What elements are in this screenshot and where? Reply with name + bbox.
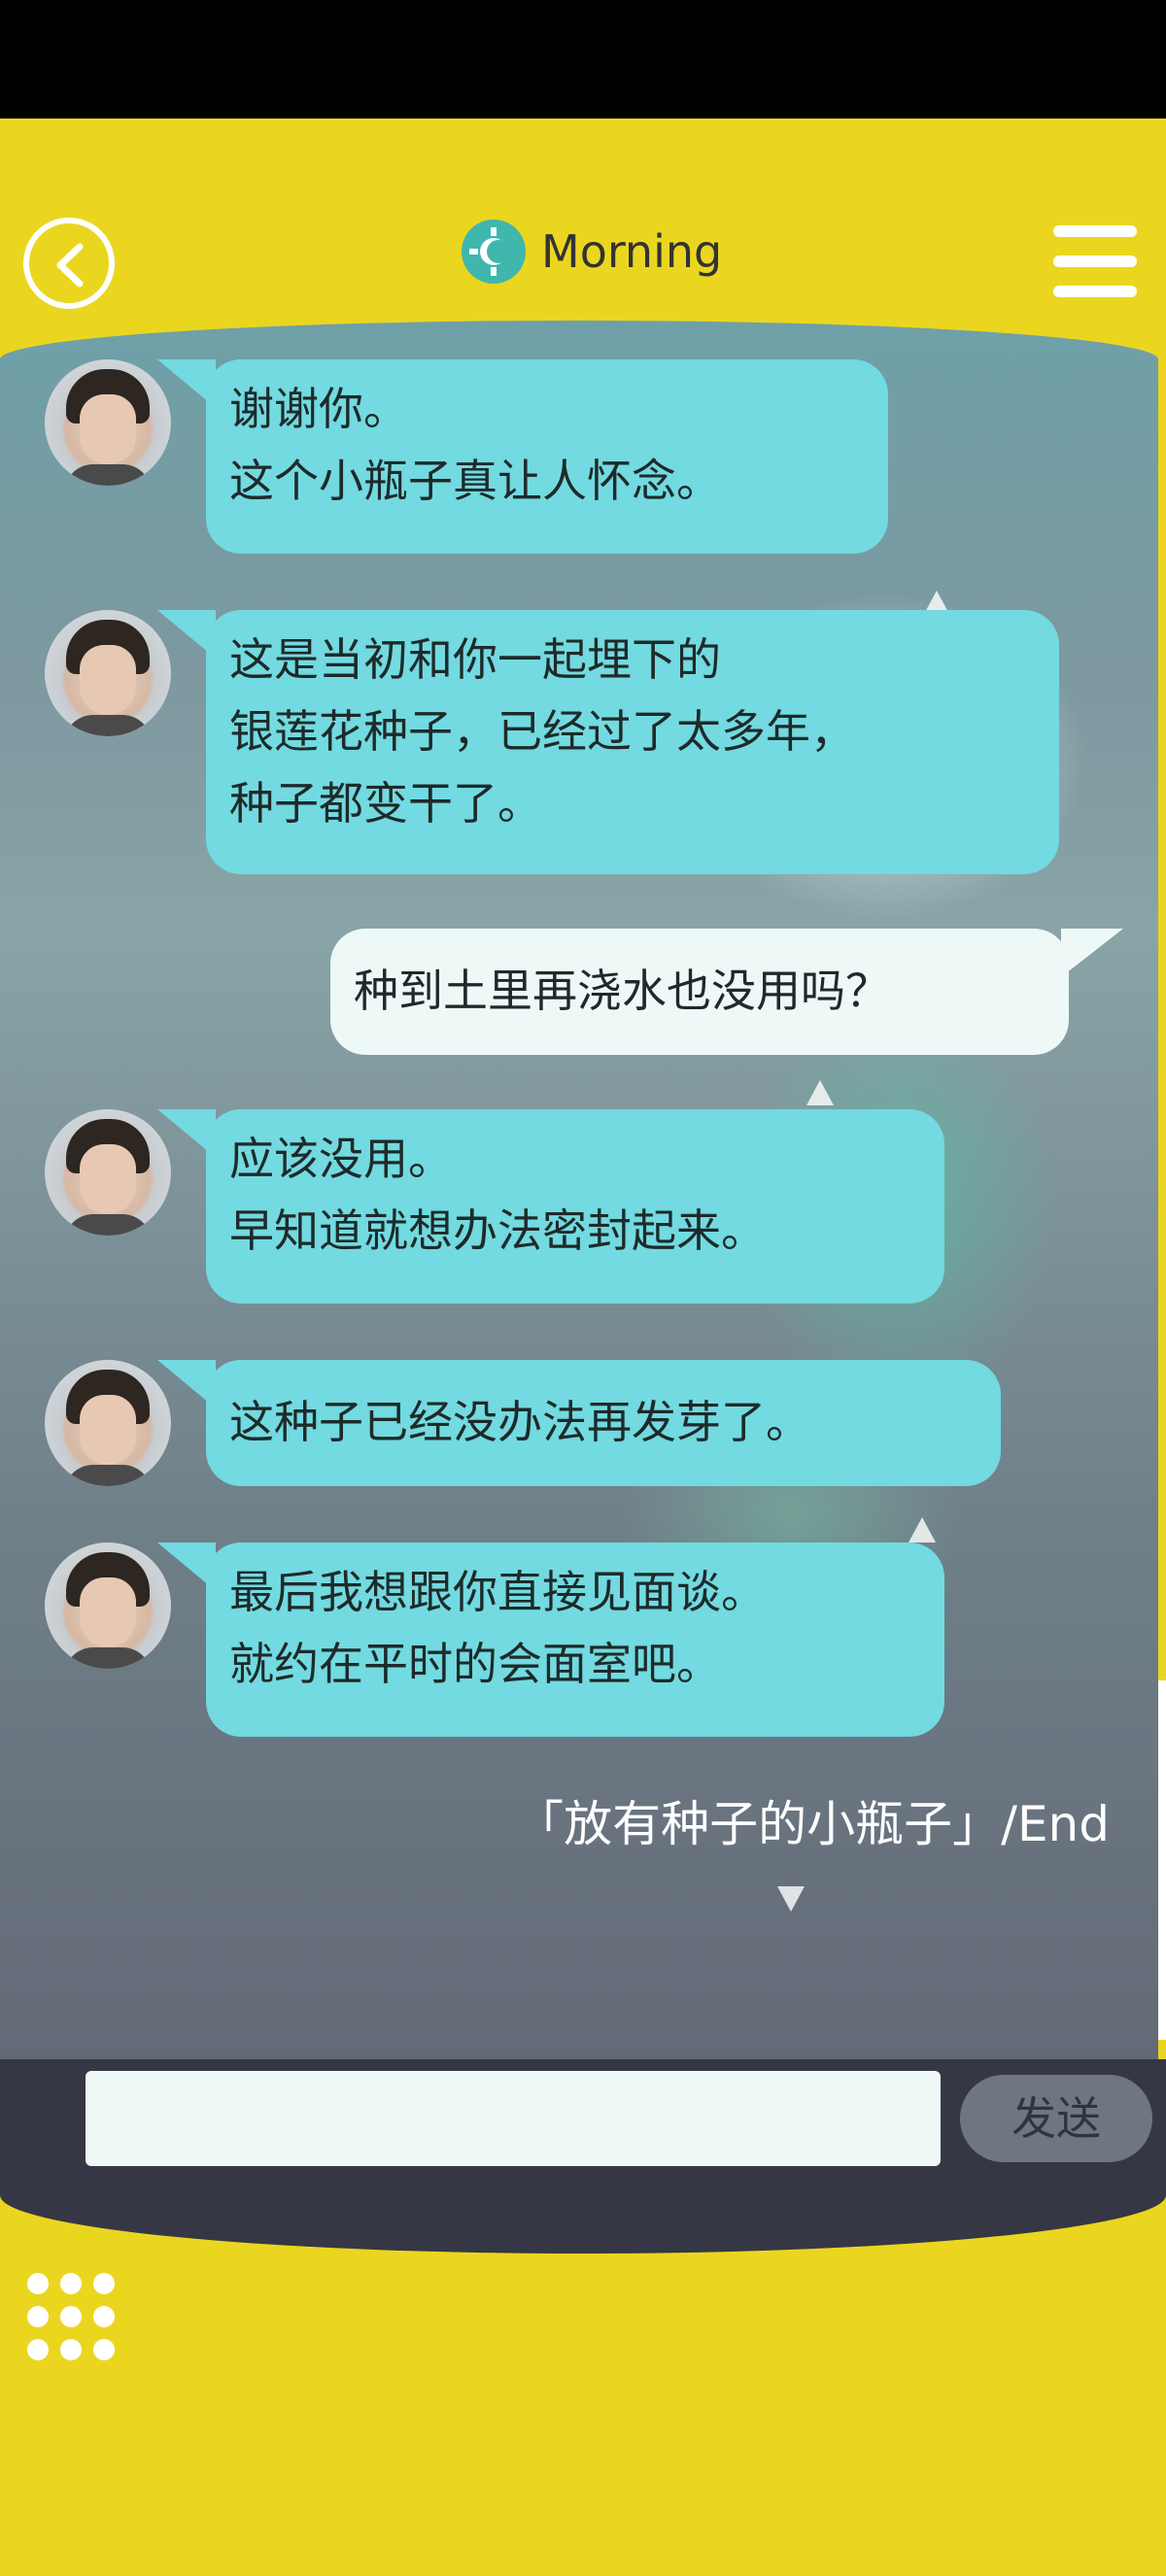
message-bubble: 这是当初和你一起埋下的 银莲花种子，已经过了太多年， 种子都变干了。 (157, 610, 1059, 874)
message-bubble: 应该没用。 早知道就想办法密封起来。 (157, 1109, 944, 1304)
chat-area[interactable]: 谢谢你。 这个小瓶子真让人怀念。 这是当初和你一起埋下的 银莲花种子，已经过了太… (0, 321, 1158, 2059)
edge-strip (1158, 1680, 1166, 2040)
header-title: Morning (462, 218, 722, 286)
chevron-left-icon (56, 243, 84, 288)
grid-dot (27, 2273, 49, 2294)
background-triangle (777, 1886, 805, 1912)
avatar[interactable] (45, 1542, 171, 1669)
menu-bar (1053, 286, 1137, 297)
grid-dot (93, 2339, 115, 2360)
avatar[interactable] (45, 610, 171, 736)
background-triangle (806, 1080, 834, 1105)
menu-button[interactable] (1053, 225, 1137, 301)
send-button[interactable]: 发送 (960, 2075, 1152, 2162)
grid-dot (27, 2339, 49, 2360)
message-bubble: 最后我想跟你直接见面谈。 就约在平时的会面室吧。 (157, 1542, 944, 1737)
apps-grid-button[interactable] (27, 2273, 115, 2360)
time-of-day-label: Morning (541, 225, 723, 278)
message-bubble: 这种子已经没办法再发芽了。 (157, 1360, 1001, 1486)
back-button[interactable] (23, 218, 115, 309)
grid-dot (27, 2306, 49, 2327)
grid-dot (60, 2273, 82, 2294)
avatar[interactable] (45, 1109, 171, 1236)
avatar[interactable] (45, 359, 171, 486)
sun-gear-icon (462, 220, 526, 284)
status-bar (0, 0, 1166, 119)
chapter-end-label: 「放有种子的小瓶子」/End (515, 1796, 1110, 1852)
background-triangle (909, 1517, 936, 1542)
grid-dot (93, 2273, 115, 2294)
input-bar: 发送 (0, 2059, 1166, 2254)
avatar[interactable] (45, 1360, 171, 1486)
menu-bar (1053, 255, 1137, 267)
message-bubble: 谢谢你。 这个小瓶子真让人怀念。 (157, 359, 888, 554)
message-bubble-self: 种到土里再浇水也没用吗？ (330, 929, 1123, 1055)
message-input[interactable] (86, 2071, 941, 2166)
grid-dot (60, 2306, 82, 2327)
grid-dot (93, 2306, 115, 2327)
grid-dot (60, 2339, 82, 2360)
menu-bar (1053, 225, 1137, 237)
